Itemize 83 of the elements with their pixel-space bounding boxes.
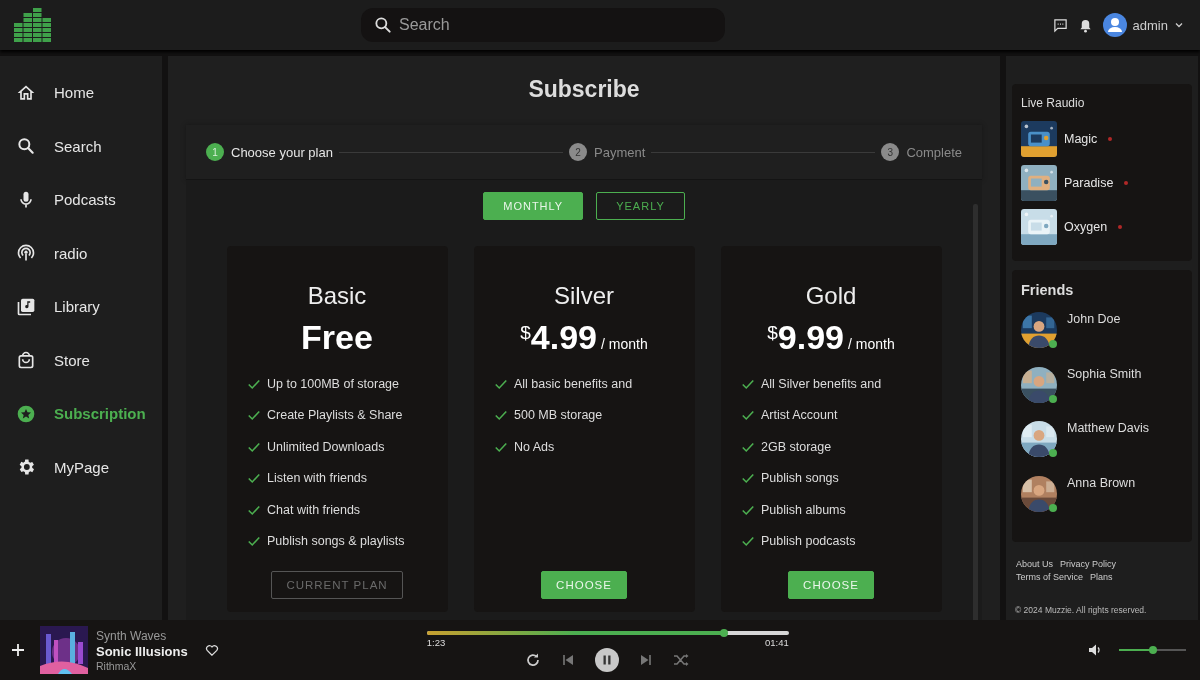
- sidebar-item[interactable]: Podcasts: [0, 173, 162, 227]
- currency-sign: $: [520, 322, 531, 343]
- shopping-bag-icon: [16, 350, 36, 371]
- plan-price: 9.99: [777, 318, 845, 357]
- plan-feature: 500 MB storage: [514, 408, 603, 423]
- plan-feature: No Ads: [514, 439, 555, 454]
- sidebar-item[interactable]: radio: [0, 226, 162, 280]
- page-title: Subscribe: [528, 76, 640, 103]
- plan-feature: Publish songs & playlists: [267, 534, 405, 549]
- check-icon: [247, 408, 261, 423]
- check-icon: [741, 534, 755, 549]
- plan-feature: 2GB storage: [761, 439, 832, 454]
- pause-button[interactable]: [594, 647, 619, 672]
- sidebar-item[interactable]: MyPage: [0, 440, 162, 494]
- price-period: / month: [601, 336, 648, 352]
- footer-link[interactable]: About Us: [1016, 559, 1054, 569]
- billing-toggle[interactable]: YEARLY: [596, 192, 685, 220]
- step-number: 3: [881, 143, 900, 161]
- friend-name[interactable]: Sophia Smith: [1067, 366, 1142, 381]
- plan-feature: Publish albums: [761, 502, 846, 517]
- plan-price: 4.99: [530, 318, 598, 357]
- plan-feature: Listen with friends: [267, 471, 368, 486]
- friend-name[interactable]: Matthew Davis: [1067, 421, 1149, 435]
- step-label: Choose your plan: [231, 144, 333, 160]
- elapsed-time: 1:23: [426, 636, 446, 648]
- plan-feature: Artist Account: [761, 408, 838, 423]
- plan-feature: Publish songs: [761, 471, 839, 486]
- search-field[interactable]: Search: [361, 8, 725, 42]
- station-name[interactable]: Magic: [1064, 132, 1098, 146]
- total-time: 01:41: [764, 636, 789, 648]
- footer-link[interactable]: Plans: [1090, 572, 1113, 582]
- progress-bar[interactable]: [426, 630, 789, 635]
- volume-icon[interactable]: [1087, 642, 1103, 658]
- check-icon: [247, 471, 261, 486]
- panel-title: Friends: [1021, 282, 1075, 298]
- step-number: 2: [569, 143, 587, 161]
- caret-icon: [1174, 20, 1184, 30]
- station-name[interactable]: Paradise: [1064, 176, 1114, 190]
- footer-link[interactable]: Privacy Policy: [1060, 559, 1117, 569]
- user-avatar-icon: [1102, 13, 1127, 37]
- currency-sign: $: [767, 322, 778, 343]
- check-icon: [741, 408, 755, 423]
- station-name[interactable]: Oxygen: [1064, 220, 1108, 234]
- repeat-icon[interactable]: [524, 651, 541, 668]
- copyright-text: © 2024 Muzzie. All rights reserved.: [1014, 605, 1148, 615]
- sidebar-item[interactable]: Home: [0, 66, 162, 120]
- sidebar-item[interactable]: Library: [0, 280, 162, 334]
- shuffle-icon[interactable]: [672, 651, 689, 668]
- plan-feature: Unlimited Downloads: [267, 439, 385, 454]
- search-icon: [16, 136, 36, 157]
- equalizer-logo[interactable]: [14, 7, 52, 43]
- step-number: 1: [206, 143, 224, 161]
- friend-name[interactable]: John Doe: [1067, 312, 1121, 326]
- plan-name: Gold: [805, 282, 857, 310]
- sidebar-item[interactable]: Search: [0, 119, 162, 173]
- library-icon: [16, 296, 36, 317]
- check-icon: [247, 534, 261, 549]
- artist-name: RithmaX: [96, 659, 138, 672]
- plan-name: Basic: [307, 282, 367, 310]
- plan-feature: Chat with friends: [267, 502, 361, 517]
- chat-icon[interactable]: [1052, 17, 1068, 33]
- footer-link[interactable]: Terms of Service: [1016, 572, 1084, 582]
- panel-title: Live Raudio: [1021, 96, 1086, 110]
- sidebar-item[interactable]: Store: [0, 333, 162, 387]
- check-icon: [741, 471, 755, 486]
- plan-price: Free: [301, 318, 373, 357]
- heart-icon[interactable]: [204, 643, 219, 657]
- playlist-name: Synth Waves: [96, 628, 168, 643]
- plan-feature: Publish podcasts: [761, 534, 856, 549]
- user-menu[interactable]: admin: [1102, 13, 1184, 37]
- step-label: Complete: [906, 144, 962, 160]
- track-title: Sonic Illusions: [96, 643, 188, 659]
- plan-feature: Create Playlists & Share: [267, 408, 403, 423]
- plan-name: Silver: [554, 282, 614, 310]
- plan-feature: All Silver benefits and: [761, 376, 882, 391]
- sidebar-item[interactable]: Subscription: [0, 387, 162, 441]
- friend-name[interactable]: Anna Brown: [1067, 475, 1136, 490]
- plan-feature: All basic benefits and: [514, 376, 633, 391]
- check-icon: [494, 408, 508, 423]
- broadcast-icon: [16, 243, 36, 264]
- price-period: / month: [848, 336, 895, 352]
- step-label: Payment: [594, 144, 646, 160]
- plan-feature: Up to 100MB of storage: [267, 376, 400, 391]
